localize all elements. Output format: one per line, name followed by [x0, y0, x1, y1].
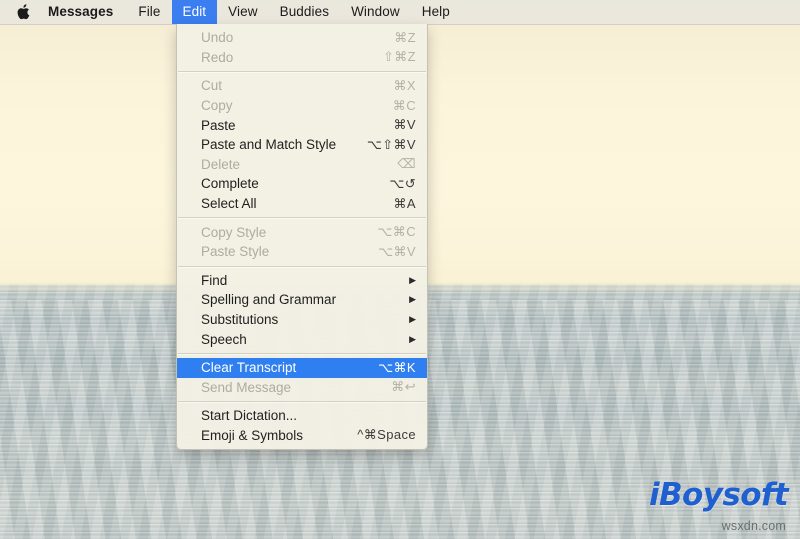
menu-item-shortcut: ⌘Z [394, 29, 416, 45]
menu-item-copy: Copy ⌘C [177, 96, 427, 116]
menu-item-label: Complete [201, 176, 259, 192]
menu-item-shortcut: ⌥⌘K [378, 359, 416, 375]
menu-item-shortcut: ⌘↩ [391, 379, 416, 395]
menu-bar-item-label: Buddies [279, 4, 330, 19]
menu-item-paste-and-match-style[interactable]: Paste and Match Style ⌥⇧⌘V [177, 135, 427, 155]
submenu-arrow-icon: ▶ [409, 274, 416, 285]
menu-item-label: Copy Style [201, 224, 267, 240]
menu-item-cut: Cut ⌘X [177, 76, 427, 96]
menu-item-redo: Redo ⇧⌘Z [177, 48, 427, 68]
menu-bar-item-window[interactable]: Window [340, 0, 411, 24]
menu-item-shortcut: ⌥↺ [389, 175, 416, 191]
menu-item-select-all[interactable]: Select All ⌘A [177, 194, 427, 214]
menu-item-start-dictation[interactable]: Start Dictation... [177, 406, 427, 426]
menu-item-shortcut: ⌘A [393, 195, 416, 211]
submenu-arrow-icon: ▶ [409, 333, 416, 344]
menu-item-label: Undo [201, 30, 234, 46]
menu-item-copy-style: Copy Style ⌥⌘C [177, 222, 427, 242]
menu-item-shortcut: ⇧⌘Z [382, 49, 416, 65]
menu-bar-item-label: Messages [48, 4, 114, 19]
menu-bar-item-view[interactable]: View [217, 0, 268, 24]
menu-bar-item-label: Window [351, 4, 400, 19]
menu-item-shortcut: ⌥⇧⌘V [366, 136, 416, 152]
menu-item-emoji-and-symbols[interactable]: Emoji & Symbols ^⌘Space [177, 426, 427, 446]
menu-item-substitutions[interactable]: Substitutions ▶ [177, 310, 427, 330]
menu-item-shortcut: ⌘C [392, 97, 416, 113]
menu-item-label: Substitutions [201, 312, 279, 328]
menu-bar-item-file[interactable]: File [127, 0, 171, 24]
site-watermark: wsxdn.com [721, 519, 786, 533]
apple-logo-icon[interactable] [0, 0, 42, 24]
menu-bar-item-messages[interactable]: Messages [42, 0, 127, 24]
menu-item-shortcut: ^⌘Space [357, 427, 416, 443]
menu-bar-item-edit[interactable]: Edit [171, 0, 218, 24]
menu-bar-item-label: Edit [182, 4, 207, 19]
menu-item-paste-style: Paste Style ⌥⌘V [177, 242, 427, 262]
menu-separator [178, 71, 426, 73]
menu-separator [178, 401, 426, 403]
menu-item-label: Select All [201, 196, 257, 212]
menu-item-delete: Delete ⌫ [177, 155, 427, 175]
menu-item-shortcut: ⌥⌘V [378, 243, 416, 259]
desktop-screen: Messages File Edit View Buddies Window H… [0, 0, 800, 539]
menu-item-label: Paste Style [201, 244, 270, 260]
menu-item-label: Speech [201, 331, 247, 347]
edit-dropdown-menu: Undo ⌘Z Redo ⇧⌘Z Cut ⌘X Copy ⌘C Paste ⌘V Paste and… [176, 24, 428, 451]
submenu-arrow-icon: ▶ [409, 314, 416, 325]
menu-item-label: Send Message [201, 379, 292, 395]
menu-item-spelling-and-grammar[interactable]: Spelling and Grammar ▶ [177, 290, 427, 310]
menu-item-label: Delete [201, 156, 241, 172]
menu-item-label: Cut [201, 78, 223, 94]
menu-item-shortcut: ⌥⌘C [377, 224, 416, 240]
menu-item-complete[interactable]: Complete ⌥↺ [177, 174, 427, 194]
submenu-arrow-icon: ▶ [409, 294, 416, 305]
menu-item-label: Find [201, 272, 228, 288]
menu-item-shortcut: ⌫ [397, 156, 416, 172]
menu-item-undo: Undo ⌘Z [177, 28, 427, 48]
menu-item-label: Paste [201, 117, 236, 133]
menu-item-clear-transcript[interactable]: Clear Transcript ⌥⌘K [177, 357, 427, 378]
menu-item-paste[interactable]: Paste ⌘V [177, 115, 427, 135]
menu-item-label: Copy [201, 98, 233, 114]
menu-bar-item-buddies[interactable]: Buddies [269, 0, 341, 24]
menu-bar-item-label: Help [421, 4, 450, 19]
menu-bar-item-label: File [138, 4, 161, 19]
menu-separator [178, 265, 426, 267]
menu-bar-item-help[interactable]: Help [411, 0, 461, 24]
menu-item-shortcut: ⌘X [393, 77, 416, 93]
menu-item-shortcut: ⌘V [393, 117, 416, 133]
menu-item-speech[interactable]: Speech ▶ [177, 329, 427, 349]
menu-separator [178, 217, 426, 219]
menu-item-label: Paste and Match Style [201, 137, 337, 153]
iboysoft-watermark: iBoysoft [648, 477, 789, 513]
menu-item-label: Emoji & Symbols [201, 427, 304, 443]
menu-separator [178, 352, 426, 354]
menu-bar-item-label: View [228, 4, 258, 19]
menu-item-find[interactable]: Find ▶ [177, 271, 427, 291]
menu-item-label: Redo [201, 49, 234, 65]
menu-bar: Messages File Edit View Buddies Window H… [0, 0, 800, 25]
menu-item-label: Clear Transcript [201, 360, 297, 376]
menu-item-label: Spelling and Grammar [201, 292, 337, 308]
menu-item-label: Start Dictation... [201, 408, 298, 424]
menu-item-send-message: Send Message ⌘↩ [177, 378, 427, 398]
